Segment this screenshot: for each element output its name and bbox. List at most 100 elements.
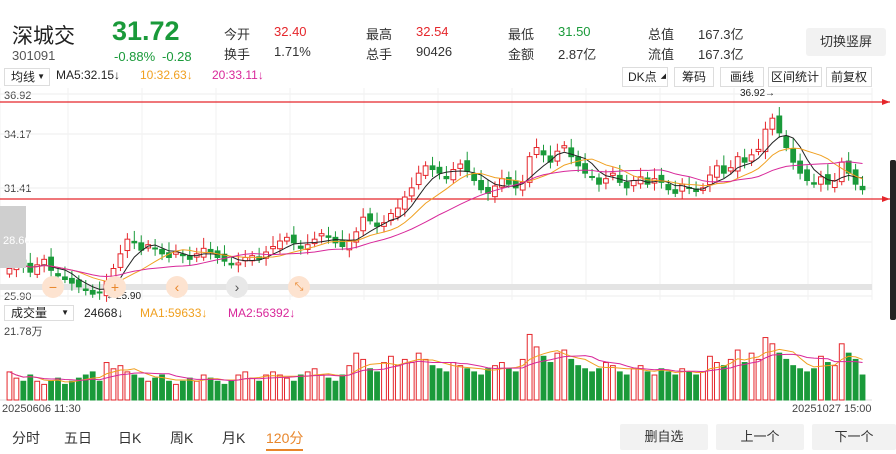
tab-0[interactable]: 分时 xyxy=(12,428,40,448)
volume-bar xyxy=(325,377,332,401)
volume-bar xyxy=(235,374,242,401)
volume-bar xyxy=(575,365,582,401)
candle-body xyxy=(471,173,478,182)
volume-bar xyxy=(332,380,339,401)
volume-bar xyxy=(637,365,644,401)
candle-body xyxy=(741,157,748,163)
candle-body xyxy=(457,163,464,169)
high-annotation: 36.92→ xyxy=(740,88,776,99)
tab-2[interactable]: 日K xyxy=(118,428,141,448)
candle-body xyxy=(290,234,297,244)
candle-body xyxy=(270,246,276,250)
volume-bar xyxy=(249,377,256,401)
candle-body xyxy=(82,288,89,292)
volume-bar xyxy=(755,358,762,401)
tab-4[interactable]: 月K xyxy=(222,428,245,448)
candle-body xyxy=(75,279,82,288)
candle-body xyxy=(720,165,727,174)
chevron-left-icon[interactable]: ‹ xyxy=(166,276,188,298)
candle-body xyxy=(27,262,34,273)
candle-body xyxy=(818,176,824,185)
volume-bar xyxy=(346,365,353,401)
volume-bar xyxy=(408,362,415,401)
candle-body xyxy=(48,256,54,271)
volume-select-label: 成交量 xyxy=(11,306,48,320)
volume-bar xyxy=(533,346,540,401)
volume-bar xyxy=(561,349,568,401)
volume-bar xyxy=(672,374,679,401)
candle-body xyxy=(727,167,734,172)
volume-bar xyxy=(665,371,672,401)
ma20-line xyxy=(9,161,863,277)
volume-bar xyxy=(623,374,630,401)
volume-bar xyxy=(512,371,519,401)
candle-body xyxy=(811,182,817,185)
volume-bar xyxy=(110,368,117,401)
zoom-in-icon[interactable]: + xyxy=(104,276,126,298)
volume-bar xyxy=(214,380,221,401)
candlestick-chart[interactable] xyxy=(0,0,896,454)
candle-body xyxy=(394,207,401,218)
candle-body xyxy=(68,277,75,284)
candle-body xyxy=(207,248,214,253)
tab-1[interactable]: 五日 xyxy=(64,428,92,448)
volume-bar xyxy=(804,371,810,401)
chevron-right-icon[interactable]: › xyxy=(226,276,248,298)
candle-body xyxy=(478,180,484,191)
volume-bar xyxy=(68,380,75,401)
volume-bar xyxy=(776,352,783,401)
volume-bar xyxy=(741,362,748,401)
arrow-down-icon: ↓ xyxy=(201,306,208,320)
volume-bar xyxy=(811,368,817,401)
volume-bar xyxy=(831,365,838,401)
ma10-line xyxy=(9,147,863,283)
tab-5[interactable]: 120分 xyxy=(266,428,304,451)
volume-bar xyxy=(103,362,110,401)
candle-body xyxy=(89,290,96,295)
volume-bar xyxy=(540,355,547,401)
candle-body xyxy=(235,262,242,266)
tab-3[interactable]: 周K xyxy=(170,428,193,448)
volume-select[interactable]: 成交量 ▼ xyxy=(4,305,74,321)
collapse-icon[interactable]: ⤡ xyxy=(288,276,310,298)
volume-bar xyxy=(727,358,734,401)
candle-body xyxy=(713,165,720,178)
volume-bar xyxy=(762,337,769,401)
volume-bar xyxy=(318,374,325,401)
candle-body xyxy=(41,258,48,266)
volume-bar xyxy=(422,358,429,401)
volume-bar xyxy=(644,371,651,401)
volume-bar xyxy=(589,371,595,401)
arrow-down-icon: ↓ xyxy=(289,306,296,320)
arrow-right-icon xyxy=(882,99,890,105)
candle-body xyxy=(318,233,325,237)
volume-bar xyxy=(89,371,96,401)
volume-bar xyxy=(429,365,436,401)
remove-watchlist-button[interactable]: 删自选 xyxy=(620,424,708,450)
volume-bar xyxy=(311,368,318,401)
candle-body xyxy=(228,262,235,266)
scroll-handle[interactable] xyxy=(890,160,896,320)
volume-bar xyxy=(630,368,637,401)
candle-body xyxy=(589,175,595,178)
volume-bar xyxy=(797,368,804,401)
candle-body xyxy=(603,178,609,184)
candle-body xyxy=(859,185,866,191)
candle-body xyxy=(374,222,380,227)
volume-bar xyxy=(464,368,471,401)
volume-bar xyxy=(568,358,575,401)
volume-bar xyxy=(616,371,623,401)
arrow-right-icon xyxy=(882,196,890,202)
zoom-out-icon[interactable]: − xyxy=(42,276,64,298)
volume-bar xyxy=(748,352,755,401)
volume-bar xyxy=(734,349,741,401)
previous-stock-button[interactable]: 上一个 xyxy=(716,424,804,450)
candle-body xyxy=(367,213,374,222)
candle-body xyxy=(609,172,616,176)
volume-bar xyxy=(547,362,554,401)
next-stock-button[interactable]: 下一个 xyxy=(812,424,896,450)
ma5-line xyxy=(9,134,863,290)
candle-body xyxy=(117,253,124,268)
volume-axis-max: 21.78万 xyxy=(4,326,43,338)
end-date: 20251027 15:00 xyxy=(792,403,872,415)
